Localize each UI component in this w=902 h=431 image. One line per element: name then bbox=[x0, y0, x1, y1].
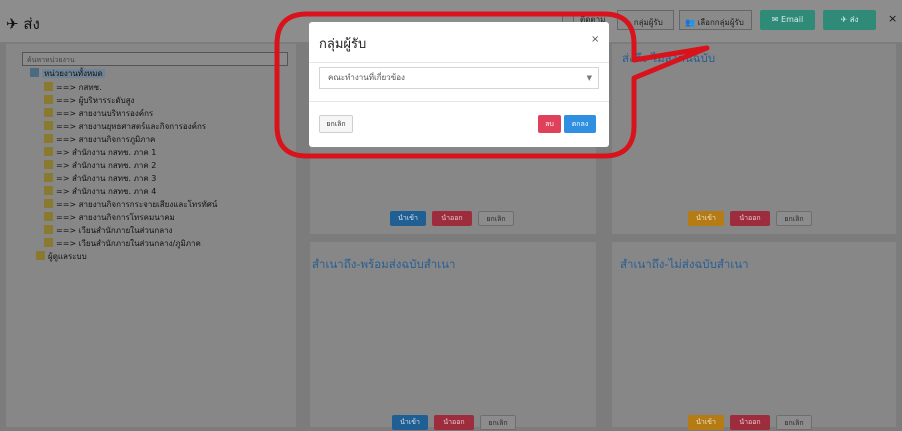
folder-icon bbox=[44, 238, 53, 247]
remove-button[interactable]: นำออก bbox=[730, 211, 770, 226]
folder-icon bbox=[44, 82, 53, 91]
modal-title: กลุ่มผู้รับ bbox=[319, 37, 367, 52]
tree-item[interactable]: => สำนักงาน กสทช. ภาค 4 bbox=[44, 185, 217, 198]
add-button[interactable]: นำเข้า bbox=[688, 211, 724, 226]
remove-button[interactable]: นำออก bbox=[730, 415, 770, 430]
star-icon: ★ bbox=[624, 18, 632, 27]
modal-cancel-button[interactable]: ยกเลิก bbox=[319, 115, 353, 133]
folder-icon bbox=[44, 186, 53, 195]
recipient-group-modal: กลุ่มผู้รับ × คณะทำงานที่เกี่ยวข้อง ▼ ยก… bbox=[309, 22, 609, 147]
tree-root[interactable]: หน่วยงานทั้งหมด bbox=[30, 67, 105, 80]
tree-item[interactable]: ==> เวียนสำนักภายในส่วนกลาง/ภูมิภาค bbox=[44, 237, 217, 250]
caret-down-icon: ▼ bbox=[586, 74, 592, 82]
tree-item[interactable]: ==> สายงานบริหารองค์กร bbox=[44, 107, 217, 120]
folder-icon bbox=[36, 251, 45, 260]
select-group-button[interactable]: 👥 เลือกกลุ่มผู้รับ bbox=[679, 10, 752, 30]
cancel-button[interactable]: ยกเลิก bbox=[776, 211, 812, 226]
tree-item[interactable]: => สำนักงาน กสทช. ภาค 1 bbox=[44, 146, 217, 159]
select-group-label: เลือกกลุ่มผู้รับ bbox=[697, 18, 744, 27]
folder-icon bbox=[30, 68, 39, 77]
remove-button[interactable]: นำออก bbox=[432, 211, 472, 226]
folder-icon bbox=[44, 121, 53, 130]
folder-icon bbox=[44, 173, 53, 182]
modal-divider bbox=[309, 62, 609, 63]
tree-item[interactable]: ==> สายงานกิจการกระจายเสียงและโทรทัศน์ bbox=[44, 198, 217, 211]
tree-item[interactable]: => สำนักงาน กสทช. ภาค 2 bbox=[44, 159, 217, 172]
mail-icon: ✉ bbox=[771, 15, 779, 24]
folder-icon bbox=[44, 160, 53, 169]
group-select[interactable]: คณะทำงานที่เกี่ยวข้อง ▼ bbox=[319, 67, 599, 89]
page-title: ส่ง bbox=[23, 15, 40, 33]
tree-item[interactable]: ==> ผู้บริหารระดับสูง bbox=[44, 94, 217, 107]
cancel-button[interactable]: ยกเลิก bbox=[478, 211, 514, 226]
modal-delete-button[interactable]: ลบ bbox=[538, 115, 561, 133]
tree-list: ==> กสทช. ==> ผู้บริหารระดับสูง ==> สายง… bbox=[36, 81, 217, 263]
folder-icon bbox=[44, 134, 53, 143]
tree-item[interactable]: ==> เวียนสำนักภายในส่วนกลาง bbox=[44, 224, 217, 237]
paper-plane-icon: ✈ bbox=[6, 15, 19, 33]
close-icon[interactable]: × bbox=[888, 12, 897, 25]
cancel-button[interactable]: ยกเลิก bbox=[776, 415, 812, 430]
email-button[interactable]: ✉ Email bbox=[760, 10, 815, 30]
tree-root-label: หน่วยงานทั้งหมด bbox=[42, 69, 105, 78]
tree-item[interactable]: => สำนักงาน กสทช. ภาค 3 bbox=[44, 172, 217, 185]
page-title-wrap: ✈ ส่ง bbox=[6, 12, 40, 36]
folder-icon bbox=[44, 199, 53, 208]
email-label: Email bbox=[781, 15, 804, 24]
send-label: ส่ง bbox=[849, 15, 859, 24]
add-button[interactable]: นำเข้า bbox=[688, 415, 724, 430]
users-icon: 👥 bbox=[685, 18, 695, 27]
group-select-value: คณะทำงานที่เกี่ยวข้อง bbox=[328, 73, 405, 82]
folder-icon bbox=[44, 95, 53, 104]
modal-divider bbox=[309, 101, 609, 102]
card-title: สำเนาถึง-ไม่ส่งฉบับสำเนา bbox=[620, 257, 749, 271]
card-title: สำเนาถึง-พร้อมส่งฉบับสำเนา bbox=[312, 257, 456, 271]
tree-item[interactable]: ==> สายงานกิจการภูมิภาค bbox=[44, 133, 217, 146]
close-icon[interactable]: × bbox=[591, 34, 599, 45]
remove-button[interactable]: นำออก bbox=[434, 415, 474, 430]
group-recipients-button[interactable]: ★ กลุ่มผู้รับ bbox=[617, 10, 674, 30]
paper-plane-icon: ✈ bbox=[840, 15, 848, 24]
to-no-original-card bbox=[612, 44, 896, 234]
tree-item[interactable]: ผู้ดูแลระบบ bbox=[36, 250, 217, 263]
folder-icon bbox=[44, 147, 53, 156]
tree-item[interactable]: ==> สายงานกิจการโทรคมนาคม bbox=[44, 211, 217, 224]
card-title: ส่งถึง-ไม่ส่งต้นฉบับ bbox=[622, 51, 716, 65]
folder-icon bbox=[44, 108, 53, 117]
folder-icon bbox=[44, 212, 53, 221]
modal-ok-button[interactable]: ตกลง bbox=[564, 115, 596, 133]
add-button[interactable]: นำเข้า bbox=[390, 211, 426, 226]
tree-item[interactable]: ==> สายงานยุทธศาสตร์และกิจการองค์กร bbox=[44, 120, 217, 133]
tree-item[interactable]: ==> กสทช. bbox=[44, 81, 217, 94]
folder-icon bbox=[44, 225, 53, 234]
cancel-button[interactable]: ยกเลิก bbox=[480, 415, 516, 430]
agency-search-input[interactable]: ค้นหาหน่วยงาน bbox=[22, 52, 288, 66]
send-button[interactable]: ✈ ส่ง bbox=[823, 10, 876, 30]
group-recipients-label: กลุ่มผู้รับ bbox=[633, 18, 663, 27]
add-button[interactable]: นำเข้า bbox=[392, 415, 428, 430]
